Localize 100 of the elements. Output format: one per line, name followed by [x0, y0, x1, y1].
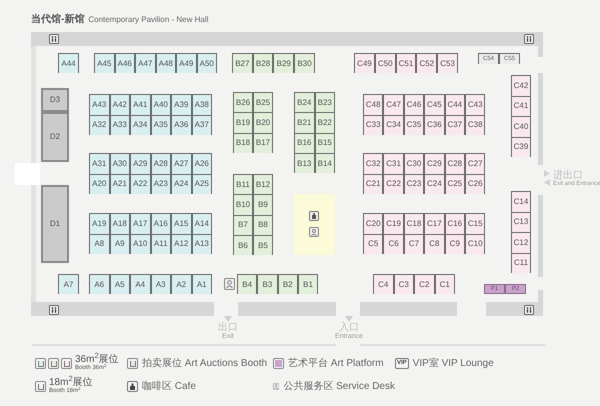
booth: C35	[404, 114, 424, 135]
restroom-icon	[524, 34, 534, 44]
booth: C2	[414, 274, 434, 294]
booth: C51	[396, 53, 416, 73]
restroom-icon	[524, 305, 534, 315]
booth: C28	[444, 153, 465, 174]
booth: A22	[130, 174, 150, 194]
booth: B11	[233, 174, 253, 194]
booth: C17	[424, 213, 445, 234]
cafe-area	[294, 194, 335, 255]
booth: A38	[192, 94, 212, 114]
booth: C14	[511, 191, 531, 212]
booth: A7	[58, 274, 79, 294]
booth: C13	[511, 212, 531, 232]
booth: A37	[192, 114, 212, 135]
booth: A42	[110, 94, 130, 114]
booth: A5	[110, 274, 130, 294]
booth: B19	[233, 112, 253, 133]
booth: A25	[192, 174, 212, 194]
booth: A34	[130, 114, 150, 135]
booth: A40	[150, 94, 171, 114]
booth: A46	[114, 53, 135, 73]
legend-label: 艺术平台 Art Platform	[288, 356, 384, 371]
booth: A4	[130, 274, 150, 294]
legend-label: 18m$^{2}$展位	[49, 378, 93, 388]
booth: C23	[404, 174, 424, 194]
booth: D3	[41, 88, 69, 112]
booth: B5	[253, 234, 273, 256]
down-arrow-icon	[224, 316, 232, 322]
booth: B14	[314, 152, 335, 174]
booth: A28	[150, 153, 171, 174]
booth: A50	[196, 53, 217, 73]
booth: C18	[404, 213, 424, 234]
legend-label: 公共服务区 Service Desk	[283, 380, 395, 394]
booth: A32	[89, 114, 110, 135]
booth: B30	[294, 53, 315, 73]
booth: C15	[465, 213, 486, 234]
booth: C50	[374, 53, 396, 73]
booth: B23	[314, 92, 335, 112]
legend-label: 拍卖展位 Art Auctions Booth	[142, 356, 268, 371]
booth: C39	[511, 136, 531, 157]
booth: B29	[273, 53, 294, 73]
booth: C25	[444, 174, 465, 194]
booth: C29	[424, 153, 445, 174]
booth: B26	[233, 92, 253, 112]
booth: B20	[253, 112, 273, 133]
booth: C42	[511, 75, 531, 96]
booth: C4	[373, 274, 394, 294]
restroom-icon	[49, 305, 59, 315]
booth: B17	[253, 132, 273, 153]
booth: C52	[416, 53, 438, 73]
booth: C1	[434, 274, 455, 294]
booth: C43	[465, 94, 486, 114]
booth: A24	[171, 174, 192, 194]
booth: C24	[424, 174, 445, 194]
booth: B25	[253, 92, 273, 112]
booth: C7	[404, 234, 424, 254]
legend-label: 咖啡区 Cafe	[142, 380, 196, 394]
booth: A20	[89, 174, 110, 194]
booth: C20	[363, 213, 384, 234]
booth: B7	[233, 214, 253, 235]
booth: B4	[237, 274, 258, 294]
booth: A6	[89, 274, 110, 294]
person-icon	[273, 381, 280, 392]
booth: B18	[233, 132, 253, 153]
booth: A23	[150, 174, 171, 194]
booth: B2	[278, 274, 298, 294]
booth: B13	[294, 152, 314, 174]
service-desk-icon	[224, 278, 235, 290]
booth: A43	[89, 94, 110, 114]
booth: C11	[511, 252, 531, 273]
booth: A35	[150, 114, 171, 135]
booth: C3	[394, 274, 414, 294]
booth: B1	[298, 274, 318, 294]
coffee-cup-icon	[309, 211, 319, 221]
booth: A49	[176, 53, 196, 73]
booth: A2	[171, 274, 192, 294]
booth-swatch	[61, 358, 72, 369]
booth: C37	[444, 114, 465, 135]
booth: D1	[41, 185, 69, 263]
booth: C21	[363, 174, 384, 194]
booth: C12	[511, 232, 531, 252]
booth: A30	[110, 153, 130, 174]
legend-label: VIP室 VIP Lounge	[412, 356, 494, 371]
booth: A1	[192, 274, 212, 294]
booth: A33	[110, 114, 130, 135]
booth: C10	[465, 234, 486, 254]
booth: A8	[89, 234, 110, 254]
booth: A18	[110, 213, 130, 234]
booth: A21	[110, 174, 130, 194]
booth: A16	[150, 213, 171, 234]
booth: C32	[363, 153, 384, 174]
booth: A12	[171, 234, 192, 254]
booth: A9	[110, 234, 130, 254]
booth: B9	[253, 194, 273, 215]
booth: A3	[150, 274, 171, 294]
booth: C49	[354, 53, 375, 73]
booth: C16	[444, 213, 465, 234]
booth: D2	[41, 112, 69, 162]
booth: A17	[130, 213, 150, 234]
